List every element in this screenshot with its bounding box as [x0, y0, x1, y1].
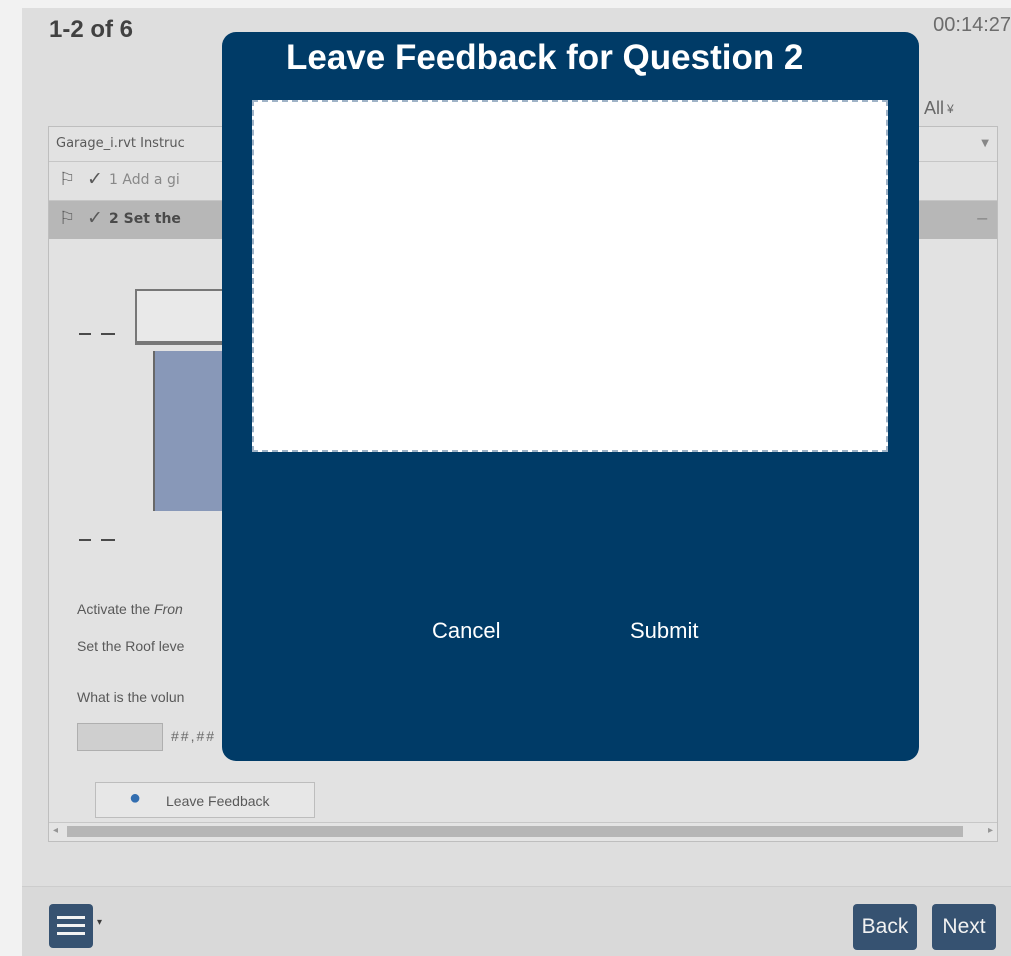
- feedback-modal: Leave Feedback for Question 2 Cancel Sub…: [222, 32, 919, 761]
- modal-title: Leave Feedback for Question 2: [286, 38, 804, 77]
- submit-button[interactable]: Submit: [630, 618, 698, 644]
- feedback-textarea[interactable]: [252, 100, 888, 452]
- cancel-button[interactable]: Cancel: [432, 618, 500, 644]
